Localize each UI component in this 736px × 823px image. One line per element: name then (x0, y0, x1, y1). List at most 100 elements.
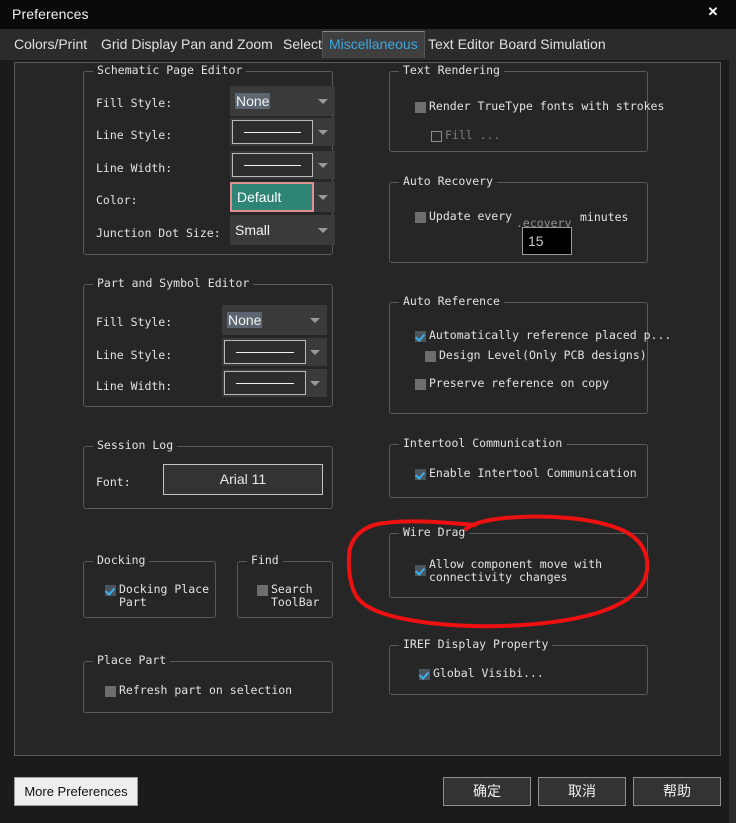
checkbox-label: Update every (429, 210, 512, 223)
auto-recovery-interval-input[interactable]: 15 (522, 227, 572, 255)
checkbox-label: Global Visibi... (433, 667, 544, 680)
combo-line-style[interactable] (230, 118, 335, 146)
combo-line-width[interactable] (230, 151, 335, 179)
checkbox-box (415, 565, 426, 576)
label-junction-dot-size: Junction Dot Size: (96, 226, 221, 240)
group-title: IREF Display Property (399, 637, 552, 651)
label-line-style: Line Style: (96, 348, 172, 362)
tab-strip: Colors/Print Grid Display Pan and Zoom S… (0, 29, 736, 60)
group-title: Auto Reference (399, 294, 504, 308)
chevron-down-icon (310, 318, 320, 323)
line-style-preview (224, 340, 306, 364)
line-sample (236, 352, 294, 353)
group-title: Wire Drag (399, 525, 469, 539)
cancel-button[interactable]: 取消 (538, 777, 626, 806)
checkbox-label: Design Level(Only PCB designs) (439, 349, 647, 362)
tab-grid-display[interactable]: Grid Display (95, 32, 183, 57)
checkbox-label: Automatically reference placed p... (429, 329, 671, 342)
line-style-preview (232, 120, 313, 144)
group-intertool-communication: Intertool Communication Enable Intertool… (389, 444, 648, 498)
group-auto-recovery: Auto Recovery Update every .ecovery minu… (389, 182, 648, 263)
checkbox-box (105, 585, 116, 596)
chevron-down-icon (318, 228, 328, 233)
group-title: Session Log (93, 438, 177, 452)
help-button[interactable]: 帮助 (633, 777, 721, 806)
group-find: Find Search ToolBar (237, 561, 333, 618)
label-line-style: Line Style: (96, 128, 172, 142)
checkbox-box (415, 331, 426, 342)
checkbox-label: Enable Intertool Communication (429, 467, 637, 480)
checkbox-box (415, 379, 426, 390)
group-title: Place Part (93, 653, 170, 667)
label-fill-style: Fill Style: (96, 315, 172, 329)
more-preferences-button[interactable]: More Preferences (14, 777, 138, 806)
group-part-and-symbol-editor: Part and Symbol Editor Fill Style: None … (83, 284, 333, 407)
checkbox-label: Docking Place Part (119, 583, 209, 609)
combo-value: None (227, 312, 262, 328)
line-width-preview (224, 371, 306, 395)
checkbox-box (419, 669, 430, 680)
chevron-down-icon (318, 99, 328, 104)
combo-color[interactable]: Default (230, 182, 314, 212)
window-title: Preferences (12, 6, 89, 22)
line-sample (236, 383, 294, 384)
chevron-down-icon (318, 195, 328, 200)
checkbox-box (431, 131, 442, 142)
label-fill-style: Fill Style: (96, 96, 172, 110)
label-line-width: Line Width: (96, 379, 172, 393)
checkbox-label: Search ToolBar (271, 583, 319, 609)
combo-line-width[interactable] (222, 369, 327, 397)
preferences-panel: Schematic Page Editor Fill Style: None L… (14, 62, 721, 756)
tab-select[interactable]: Select (277, 32, 328, 57)
checkbox-label: Refresh part on selection (119, 684, 292, 697)
checkbox-label: Fill ... (445, 129, 500, 142)
session-log-font-button[interactable]: Arial 11 (163, 464, 323, 495)
chevron-down-icon (318, 130, 328, 135)
group-title: Part and Symbol Editor (93, 276, 253, 290)
ok-button[interactable]: 确定 (443, 777, 531, 806)
group-schematic-page-editor: Schematic Page Editor Fill Style: None L… (83, 71, 333, 255)
group-title: Text Rendering (399, 63, 504, 77)
title-bar: Preferences ✕ (0, 0, 736, 29)
combo-value: Small (235, 222, 270, 238)
group-place-part: Place Part Refresh part on selection (83, 661, 333, 713)
label-font: Font: (96, 475, 131, 489)
line-sample (244, 132, 301, 133)
group-title: Intertool Communication (399, 436, 566, 450)
checkbox-label: Preserve reference on copy (429, 377, 609, 390)
line-sample (244, 165, 301, 166)
group-iref-display-property: IREF Display Property Global Visibi... (389, 645, 648, 695)
combo-fill-style[interactable]: None (230, 86, 335, 116)
window-right-edge (729, 29, 736, 823)
tab-colors-print[interactable]: Colors/Print (8, 32, 93, 57)
combo-value: None (235, 93, 270, 109)
checkbox-box (415, 102, 426, 113)
tab-board-simulation[interactable]: Board Simulation (493, 32, 612, 57)
group-text-rendering: Text Rendering Render TrueType fonts wit… (389, 71, 648, 152)
combo-fill-style[interactable]: None (222, 305, 327, 335)
chevron-down-icon (310, 350, 320, 355)
label-minutes: minutes (580, 210, 628, 224)
chevron-down-icon (310, 381, 320, 386)
checkbox-box (425, 351, 436, 362)
combo-value: Default (237, 189, 281, 205)
combo-line-style[interactable] (222, 338, 327, 366)
group-session-log: Session Log Font: Arial 11 (83, 446, 333, 509)
checkbox-label: Allow component move with connectivity c… (429, 558, 602, 584)
group-docking: Docking Docking Place Part (83, 561, 216, 618)
checkbox-label: Render TrueType fonts with strokes (429, 100, 664, 113)
tab-pan-and-zoom[interactable]: Pan and Zoom (175, 32, 279, 57)
checkbox-box (415, 469, 426, 480)
line-width-preview (232, 153, 313, 177)
tab-miscellaneous[interactable]: Miscellaneous (322, 31, 425, 58)
checkbox-box (415, 212, 426, 223)
group-title: Find (247, 553, 283, 567)
group-title: Docking (93, 553, 149, 567)
label-line-width: Line Width: (96, 161, 172, 175)
tab-text-editor[interactable]: Text Editor (422, 32, 500, 57)
group-wire-drag: Wire Drag Allow component move with conn… (389, 533, 648, 598)
combo-junction-dot-size[interactable]: Small (230, 215, 335, 245)
group-title: Auto Recovery (399, 174, 497, 188)
dialog-footer: More Preferences 确定 取消 帮助 (0, 762, 736, 823)
close-icon[interactable]: ✕ (702, 2, 724, 22)
